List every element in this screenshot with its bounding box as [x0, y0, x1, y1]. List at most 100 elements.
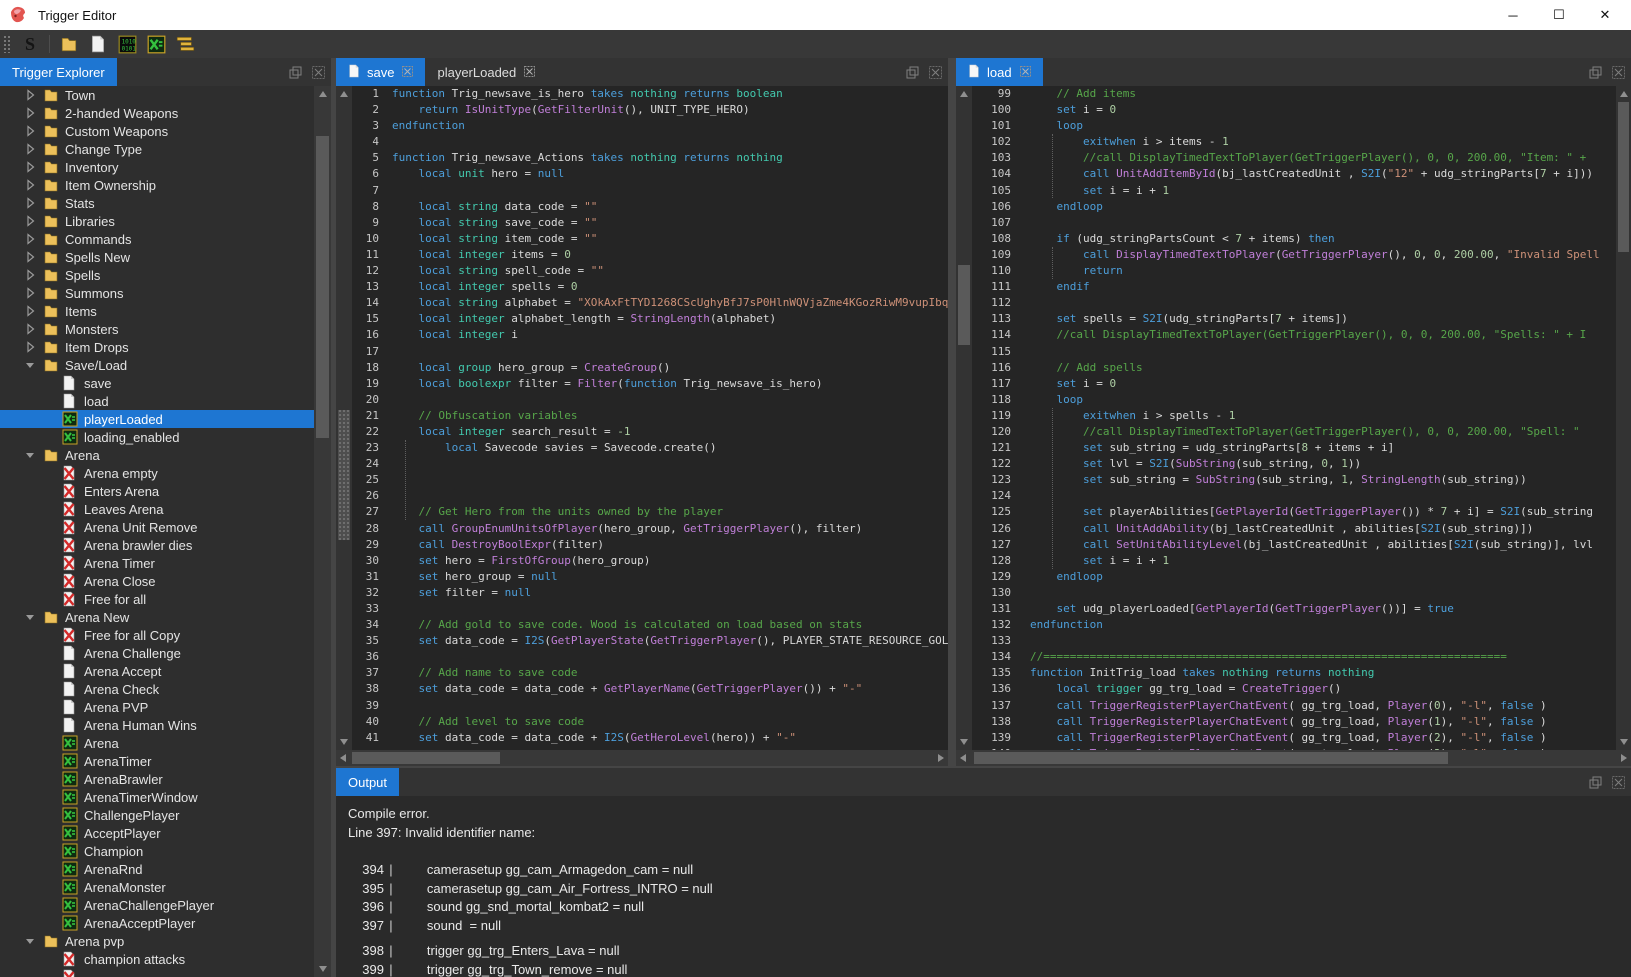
tree-item[interactable]: Spells New	[0, 248, 314, 266]
tree-item[interactable]: Spells	[0, 266, 314, 284]
tree-item[interactable]: Free for all Copy	[0, 626, 314, 644]
tab-close-icon[interactable]	[524, 65, 535, 80]
collapsed-arrow-icon[interactable]	[22, 321, 38, 337]
collapsed-arrow-icon[interactable]	[22, 267, 38, 283]
tree-item[interactable]: Arena pvp	[0, 932, 314, 950]
float-panel-icon[interactable]	[289, 66, 302, 79]
scroll-left-icon[interactable]	[960, 754, 966, 762]
editor-right-horizontal-scrollbar[interactable]	[956, 750, 1631, 766]
tree-item[interactable]: Items	[0, 302, 314, 320]
output-tab[interactable]: Output	[336, 768, 399, 796]
tree-item[interactable]: Libraries	[0, 212, 314, 230]
scroll-down-icon[interactable]	[319, 966, 327, 972]
tree-item[interactable]: AcceptPlayer	[0, 824, 314, 842]
collapsed-arrow-icon[interactable]	[22, 231, 38, 247]
tree-item[interactable]: Save/Load	[0, 356, 314, 374]
tree-item[interactable]: ArenaTimer	[0, 752, 314, 770]
collapsed-arrow-icon[interactable]	[22, 105, 38, 121]
tree-scrollbar-thumb[interactable]	[316, 136, 329, 438]
tree-item[interactable]: ArenaBrawler	[0, 770, 314, 788]
expanded-arrow-icon[interactable]	[22, 933, 38, 949]
tree-item[interactable]: Monsters	[0, 320, 314, 338]
scroll-right-icon[interactable]	[1621, 754, 1627, 762]
tree-item[interactable]: ArenaRnd	[0, 860, 314, 878]
collapsed-arrow-icon[interactable]	[22, 177, 38, 193]
tree-item[interactable]: Item Ownership	[0, 176, 314, 194]
scroll-down-icon[interactable]	[960, 739, 968, 745]
collapsed-arrow-icon[interactable]	[22, 87, 38, 103]
tree-item[interactable]: save	[0, 374, 314, 392]
tree-item[interactable]: Arena Unit Remove	[0, 518, 314, 536]
editor-left-horizontal-scrollbar[interactable]	[336, 750, 948, 766]
maximize-button[interactable]: ☐	[1536, 0, 1582, 30]
tree-item[interactable]: Arena Challenge	[0, 644, 314, 662]
tree-item[interactable]: Item Drops	[0, 338, 314, 356]
tree-item[interactable]: Arena Check	[0, 680, 314, 698]
tree-item[interactable]: Arena Accept	[0, 662, 314, 680]
tree-item[interactable]: Arena Timer	[0, 554, 314, 572]
editor-left-code[interactable]: function Trig_newsave_is_hero takes noth…	[392, 86, 948, 750]
close-panel-icon[interactable]	[1612, 66, 1625, 79]
toolbar-grip-icon[interactable]	[3, 35, 11, 53]
scroll-left-icon[interactable]	[340, 754, 346, 762]
scrollbar-thumb[interactable]	[1618, 102, 1629, 252]
scroll-up-icon[interactable]	[340, 91, 348, 97]
expanded-arrow-icon[interactable]	[22, 357, 38, 373]
scroll-right-icon[interactable]	[938, 754, 944, 762]
scrollbar-thumb[interactable]	[974, 752, 1448, 764]
trigger-comment-list-icon[interactable]	[175, 34, 195, 54]
scroll-down-icon[interactable]	[1620, 739, 1628, 745]
tree-item[interactable]: playerLoaded	[0, 410, 314, 428]
tree-item[interactable]: Arena	[0, 734, 314, 752]
collapsed-arrow-icon[interactable]	[22, 285, 38, 301]
tab-close-icon[interactable]	[1020, 65, 1031, 80]
tree-item[interactable]: Change Type	[0, 140, 314, 158]
trigger-explorer-tab[interactable]: Trigger Explorer	[0, 58, 117, 86]
tab-load[interactable]: load	[956, 58, 1043, 86]
collapsed-arrow-icon[interactable]	[22, 303, 38, 319]
tree-item[interactable]: Leaves Arena	[0, 500, 314, 518]
tree-item[interactable]: ArenaAcceptPlayer	[0, 914, 314, 932]
close-panel-icon[interactable]	[929, 66, 942, 79]
tree-item[interactable]: load	[0, 392, 314, 410]
editor-right-left-scrollbar[interactable]	[956, 86, 972, 750]
collapsed-arrow-icon[interactable]	[22, 195, 38, 211]
editor-right-vertical-scrollbar[interactable]	[1616, 86, 1631, 750]
scrollbar-thumb[interactable]	[958, 265, 970, 345]
editor-left-vertical-scrollbar[interactable]	[336, 86, 352, 750]
float-panel-icon[interactable]	[906, 66, 919, 79]
tree-item[interactable]: Custom Weapons	[0, 122, 314, 140]
tree-item[interactable]: 2-handed Weapons	[0, 104, 314, 122]
script-scroll-icon[interactable]: S	[20, 34, 40, 54]
tree-item[interactable]: champion attacks	[0, 950, 314, 968]
scroll-up-icon[interactable]	[319, 91, 327, 97]
close-panel-icon[interactable]	[312, 66, 325, 79]
editor-left-body[interactable]: 1234567891011121314151617181920212223242…	[336, 86, 948, 766]
collapsed-arrow-icon[interactable]	[22, 123, 38, 139]
tab-close-icon[interactable]	[402, 65, 413, 80]
tab-playerLoaded[interactable]: playerLoaded	[425, 58, 547, 86]
editor-right-body[interactable]: 9910010110210310410510610710810911011111…	[956, 86, 1631, 766]
new-category-folder-icon[interactable]	[59, 34, 79, 54]
tree-item[interactable]: Arena empty	[0, 464, 314, 482]
tree-item[interactable]: Town	[0, 86, 314, 104]
scroll-up-icon[interactable]	[1620, 91, 1628, 97]
tab-save[interactable]: save	[336, 58, 425, 86]
scroll-down-icon[interactable]	[340, 739, 348, 745]
tree-item[interactable]: ArenaTimerWindow	[0, 788, 314, 806]
collapsed-arrow-icon[interactable]	[22, 141, 38, 157]
expanded-arrow-icon[interactable]	[22, 609, 38, 625]
minimize-button[interactable]: ─	[1490, 0, 1536, 30]
tree-item[interactable]: Enters Arena	[0, 482, 314, 500]
tree-item[interactable]: Free for all	[0, 590, 314, 608]
convert-to-custom-text-icon[interactable]: 10100101	[117, 34, 137, 54]
custom-script-icon[interactable]	[146, 34, 166, 54]
collapsed-arrow-icon[interactable]	[22, 249, 38, 265]
tree-item[interactable]: ArenaChallengePlayer	[0, 896, 314, 914]
tree-item[interactable]: Summons	[0, 284, 314, 302]
scrollbar-thumb[interactable]	[338, 410, 350, 540]
tree-item[interactable]	[0, 968, 314, 977]
tree-item[interactable]: Arena Close	[0, 572, 314, 590]
expanded-arrow-icon[interactable]	[22, 447, 38, 463]
scrollbar-thumb[interactable]	[352, 752, 500, 764]
